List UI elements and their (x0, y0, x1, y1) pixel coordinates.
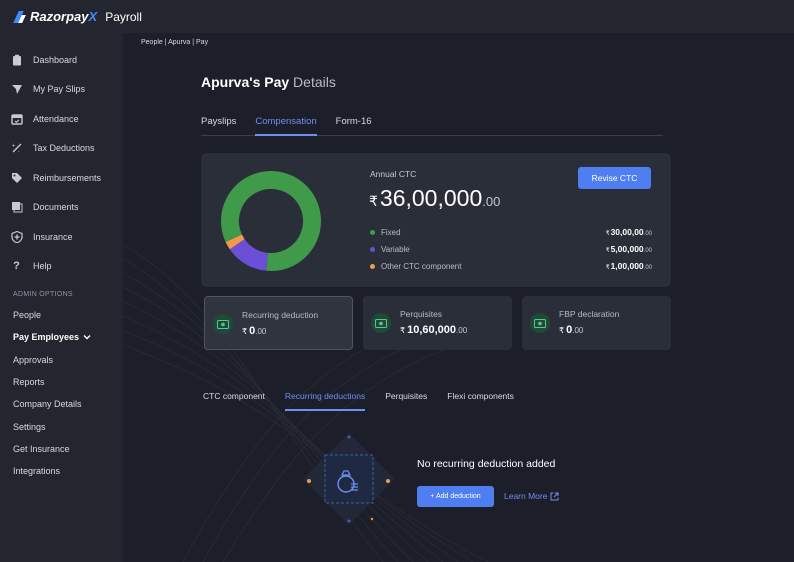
sidebar-item-label: Help (33, 261, 52, 272)
annual-ctc-value: ₹ 36,00,000 .00 (369, 185, 500, 212)
help-icon: ? (13, 260, 20, 273)
card-value: ₹0.00 (242, 325, 267, 337)
ctc-decimals: .00 (482, 194, 501, 209)
main-content: People | Apurva | Pay Apurva's Pay Detai… (123, 33, 794, 562)
annual-ctc-label: Annual CTC (370, 169, 417, 179)
sidebar-item-label: Documents (33, 202, 79, 213)
perquisites-card[interactable]: Perquisites ₹10,60,000.00 (363, 296, 512, 350)
legend-amount: ₹5,00,000.00 (605, 244, 652, 254)
currency-symbol: ₹ (369, 193, 378, 209)
clipboard-icon (10, 53, 23, 66)
tab-compensation[interactable]: Compensation (255, 114, 317, 136)
sidebar-item-label: My Pay Slips (33, 84, 86, 95)
subtab-ctc-component[interactable]: CTC component (203, 389, 265, 411)
brand-name: RazorpayX (30, 9, 98, 24)
other-dot (370, 263, 375, 269)
external-link-icon (550, 492, 559, 500)
breadcrumb[interactable]: People | Apurva | Pay (141, 39, 208, 46)
sidebar-item-integrations[interactable]: Integrations (0, 460, 123, 482)
sidebar-item-company-details[interactable]: Company Details (0, 393, 123, 415)
sidebar-item-label: Reimbursements (33, 172, 102, 183)
sidebar-item-pay-employees[interactable]: Pay Employees (0, 326, 123, 348)
fbp-declaration-card[interactable]: FBP declaration ₹0.00 (522, 296, 671, 350)
razorpay-logo-icon (14, 11, 26, 23)
legend-amount: ₹30,00,00.00 (605, 227, 652, 237)
recurring-deduction-card[interactable]: Recurring deduction ₹0.00 (204, 296, 353, 350)
card-value: ₹10,60,000.00 (400, 324, 468, 336)
subtab-perquisites[interactable]: Perquisites (385, 389, 427, 411)
sidebar-item-approvals[interactable]: Approvals (0, 349, 123, 371)
calendar-icon (10, 112, 23, 125)
legend-label: Fixed (381, 227, 401, 237)
sidebar-item-settings[interactable]: Settings (0, 415, 123, 437)
sidebar-item-documents[interactable]: Documents (0, 193, 123, 223)
chevron-down-icon (83, 335, 91, 340)
pay-tabs: Payslips Compensation Form-16 (201, 114, 663, 136)
variable-dot (370, 246, 375, 252)
revise-ctc-button[interactable]: Revise CTC (578, 167, 651, 189)
sidebar-item-label: Insurance (33, 231, 73, 242)
sidebar-item-dashboard[interactable]: Dashboard (0, 45, 123, 75)
empty-state-illustration (303, 433, 395, 525)
shield-icon (10, 230, 23, 243)
legend-amount: ₹1,00,000.00 (605, 261, 652, 271)
legend-variable: Variable ₹5,00,000.00 (370, 243, 652, 255)
card-title: Perquisites (400, 309, 443, 319)
card-title: FBP declaration (559, 309, 620, 319)
add-deduction-button[interactable]: + Add deduction (417, 486, 494, 507)
sidebar-item-my-pay-slips[interactable]: My Pay Slips (0, 75, 123, 105)
sidebar: Dashboard My Pay Slips Attendance + - Tax… (0, 33, 123, 562)
cash-icon (371, 313, 391, 333)
legend-other: Other CTC component ₹1,00,000.00 (370, 260, 652, 272)
card-title: Recurring deduction (242, 310, 319, 320)
card-value: ₹0.00 (559, 324, 584, 336)
svg-text:+: + (11, 143, 15, 149)
cash-icon (530, 313, 550, 333)
sidebar-item-label: Pay Employees (13, 332, 80, 343)
admin-options-label: ADMIN OPTIONS (13, 291, 73, 298)
send-icon (10, 83, 23, 96)
compensation-subtabs: CTC component Recurring deductions Perqu… (203, 389, 534, 411)
ctc-card: Annual CTC ₹ 36,00,000 .00 Revise CTC Fi… (201, 153, 671, 287)
subtab-recurring-deductions[interactable]: Recurring deductions (284, 389, 366, 411)
page-title: Apurva's Pay Details (201, 74, 336, 90)
ctc-donut-chart (221, 170, 321, 271)
top-bar: RazorpayX Payroll (0, 0, 794, 33)
sidebar-item-reports[interactable]: Reports (0, 371, 123, 393)
page-title-name: Apurva's Pay (201, 74, 290, 90)
tab-form-16[interactable]: Form-16 (336, 114, 372, 136)
sidebar-item-label: Tax Deductions (33, 143, 95, 154)
sidebar-item-people[interactable]: People (0, 304, 123, 326)
learn-more-link[interactable]: Learn More (504, 491, 559, 501)
svg-text:-: - (18, 149, 20, 154)
legend-label: Other CTC component (381, 261, 462, 271)
sidebar-item-insurance[interactable]: Insurance (0, 222, 123, 252)
cash-icon (213, 314, 233, 334)
product-name: Payroll (105, 9, 142, 24)
tag-icon (10, 171, 23, 184)
sidebar-item-help[interactable]: ? Help (0, 252, 123, 282)
tab-payslips[interactable]: Payslips (201, 114, 236, 136)
learn-more-label: Learn More (504, 491, 548, 501)
legend-fixed: Fixed ₹30,00,00.00 (370, 226, 652, 238)
documents-icon (10, 201, 23, 214)
sidebar-item-reimbursements[interactable]: Reimbursements (0, 163, 123, 193)
fixed-dot (370, 229, 375, 235)
legend-label: Variable (381, 244, 410, 254)
sidebar-item-label: Attendance (33, 113, 79, 124)
page-title-suffix: Details (289, 74, 336, 90)
empty-state-title: No recurring deduction added (417, 458, 556, 470)
ctc-amount: 36,00,000 (379, 185, 483, 211)
sidebar-item-attendance[interactable]: Attendance (0, 104, 123, 134)
sidebar-item-get-insurance[interactable]: Get Insurance (0, 438, 123, 460)
donut-segment-0 (221, 170, 321, 271)
subtab-flexi-components[interactable]: Flexi components (447, 389, 514, 411)
sidebar-item-tax-deductions[interactable]: + - Tax Deductions (0, 134, 123, 164)
razorpay-logo[interactable]: RazorpayX Payroll (14, 9, 142, 24)
sidebar-item-label: Dashboard (33, 54, 78, 65)
percent-icon: + - (10, 142, 23, 155)
